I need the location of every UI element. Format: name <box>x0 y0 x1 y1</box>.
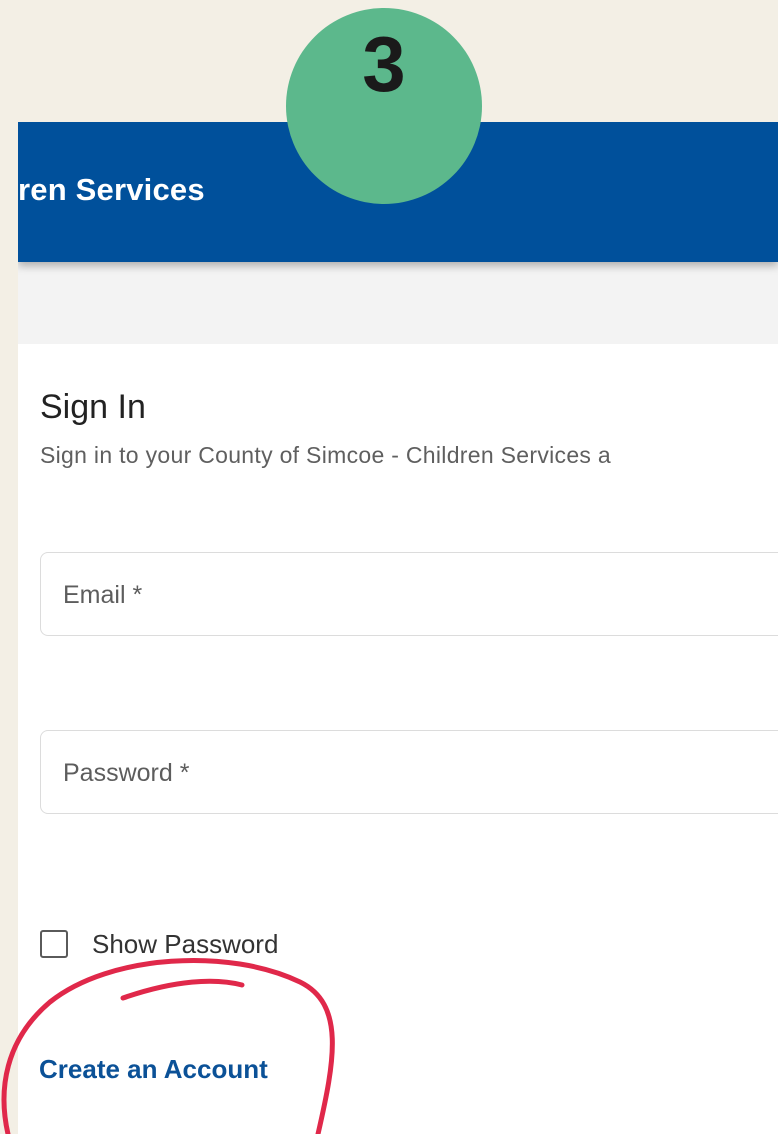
password-field-label: Password * <box>63 759 190 787</box>
step-number: 3 <box>362 19 406 108</box>
show-password-label[interactable]: Show Password <box>92 929 278 960</box>
app-screen: ren Services Sign In Sign in to your Cou… <box>18 122 778 1134</box>
page-title: Sign In <box>40 388 146 426</box>
signin-subtitle: Sign in to your County of Simcoe - Child… <box>40 442 612 468</box>
step-number-badge: 3 <box>286 8 482 204</box>
signin-card: Sign In Sign in to your County of Simcoe… <box>18 344 778 1134</box>
email-field-label: Email * <box>63 581 143 609</box>
show-password-checkbox[interactable] <box>40 930 68 958</box>
email-field[interactable]: Email * <box>40 552 778 636</box>
create-account-link[interactable]: Create an Account <box>39 1054 268 1085</box>
header-subbar <box>18 262 778 344</box>
app-title: ren Services <box>18 172 205 207</box>
password-field[interactable]: Password * <box>40 730 778 814</box>
